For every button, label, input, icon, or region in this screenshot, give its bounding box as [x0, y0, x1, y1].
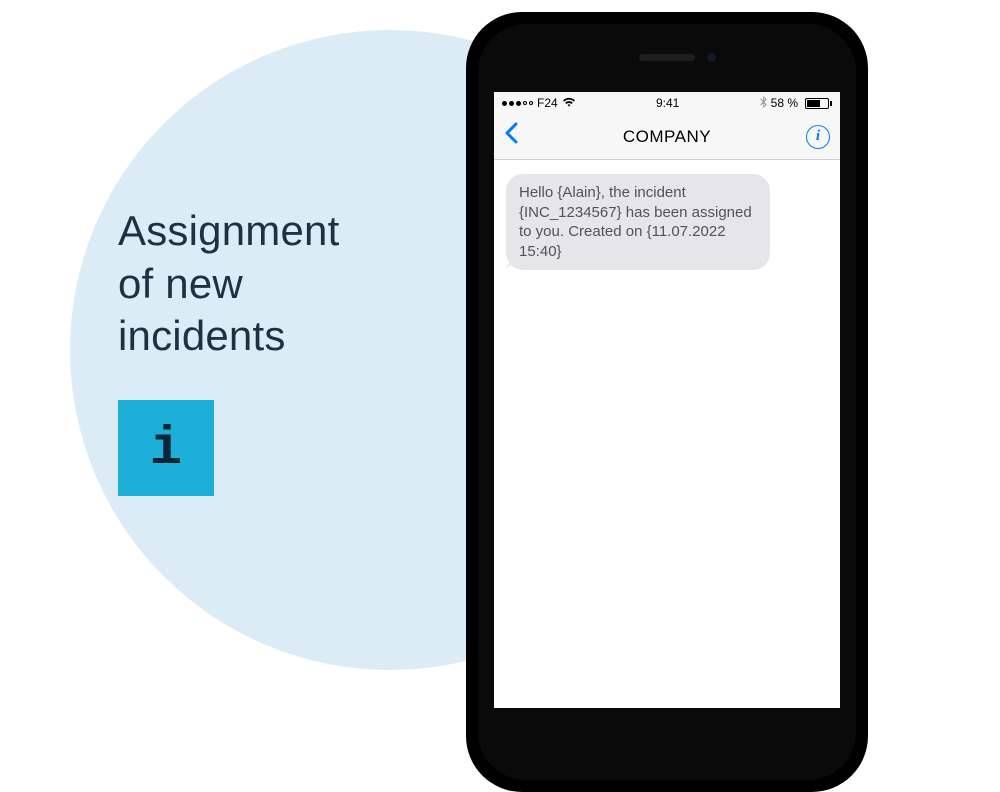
carrier-label: F24	[537, 96, 558, 110]
page-heading: Assignmentof newincidents	[118, 205, 339, 363]
info-button[interactable]: i	[806, 125, 830, 149]
info-badge: i	[118, 400, 214, 496]
info-icon: i	[150, 423, 182, 477]
signal-icon	[502, 101, 533, 106]
nav-title: COMPANY	[494, 127, 840, 147]
wifi-icon	[562, 96, 576, 110]
battery-percent: 58 %	[771, 96, 798, 110]
phone-frame: F24 9:41 58 %	[466, 12, 868, 792]
messages-area: Hello {Alain}, the incident {INC_1234567…	[494, 160, 840, 284]
battery-icon	[802, 98, 832, 109]
phone-inner-frame: F24 9:41 58 %	[478, 24, 856, 780]
bluetooth-icon	[760, 96, 767, 111]
nav-bar: COMPANY i	[494, 114, 840, 160]
phone-screen: F24 9:41 58 %	[494, 92, 840, 708]
status-left: F24	[502, 96, 576, 110]
status-time: 9:41	[656, 96, 679, 110]
message-bubble: Hello {Alain}, the incident {INC_1234567…	[506, 174, 770, 270]
back-button[interactable]	[504, 120, 518, 154]
status-bar: F24 9:41 58 %	[494, 92, 840, 114]
phone-speaker	[639, 54, 695, 61]
message-text: Hello {Alain}, the incident {INC_1234567…	[519, 184, 752, 260]
status-right: 58 %	[760, 96, 832, 111]
phone-camera	[707, 53, 716, 62]
